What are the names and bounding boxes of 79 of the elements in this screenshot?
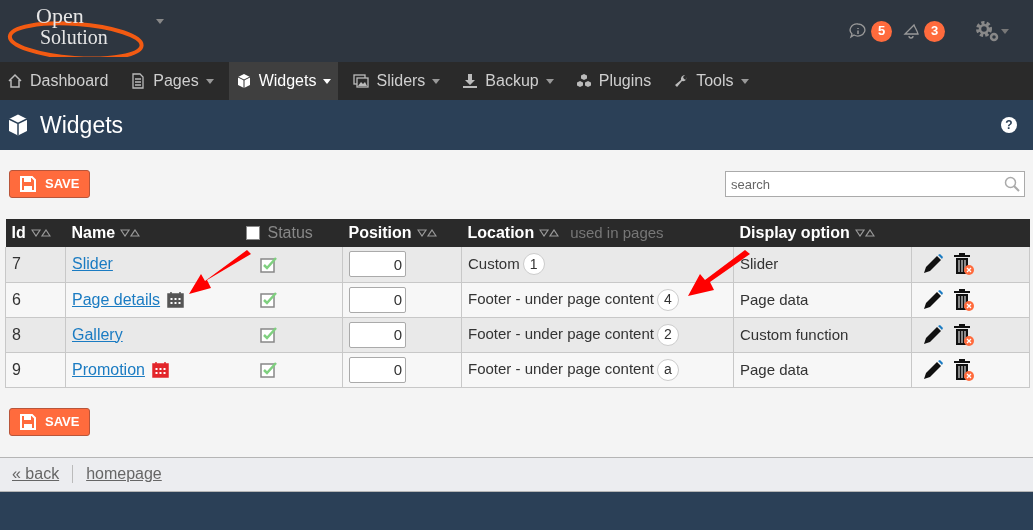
search-field[interactable]: search (725, 171, 1025, 197)
table-cell: Custom function (740, 325, 849, 343)
widget-link[interactable]: Promotion (72, 357, 145, 382)
nav-tab[interactable]: Backup (455, 62, 561, 100)
settings-button[interactable] (975, 20, 1009, 42)
count-badge: 1 (522, 253, 545, 276)
home-icon (7, 73, 23, 89)
page-title: Widgets (40, 110, 124, 140)
nav-tab[interactable]: Pages (123, 62, 221, 100)
checkbox[interactable] (259, 361, 278, 378)
count-badge: 2 (656, 323, 679, 346)
edit-icon[interactable] (922, 253, 944, 276)
cube-icon (235, 73, 252, 89)
column-header[interactable]: Display option (739, 221, 850, 245)
table-cell: 8 (12, 325, 21, 343)
table-cell: 6 (12, 290, 21, 308)
edit-icon[interactable] (922, 323, 944, 346)
column-header[interactable]: Location (467, 221, 535, 245)
checkbox[interactable] (259, 291, 278, 308)
nav-tab[interactable]: Sliders (346, 62, 448, 100)
caret-icon (1001, 28, 1009, 34)
table-cell: 7 (12, 255, 21, 273)
sort-icon[interactable] (120, 229, 141, 237)
table-cell: Page data (740, 360, 809, 378)
column-header[interactable]: Id (11, 221, 26, 245)
table-cell: 9 (12, 360, 21, 378)
table-cell-text: Footer - under page content (468, 324, 654, 345)
table-cell: Page data (740, 290, 809, 308)
floppy-icon (20, 413, 36, 430)
nav-tab[interactable]: Dashboard (0, 62, 116, 100)
nav-tab[interactable]: Widgets (228, 62, 339, 100)
caret-icon (156, 19, 164, 24)
download-icon (462, 73, 479, 89)
position-field[interactable]: 0 (349, 286, 406, 313)
floppy-icon (20, 176, 36, 192)
column-hint: used in pages (570, 222, 664, 243)
sort-icon[interactable] (539, 229, 560, 237)
widget-link[interactable]: Slider (72, 252, 113, 277)
edit-icon[interactable] (922, 358, 944, 381)
table-cell: Slider (740, 255, 779, 273)
sort-icon[interactable] (416, 229, 437, 237)
delete-icon[interactable] (952, 287, 976, 312)
count-badge: 5 (871, 20, 892, 42)
widget-link[interactable]: Gallery (72, 322, 123, 347)
document-icon (130, 73, 147, 89)
column-header: Status (267, 223, 313, 243)
checkbox[interactable] (245, 226, 260, 240)
checkbox[interactable] (259, 255, 278, 273)
edit-icon[interactable] (922, 288, 944, 311)
delete-icon[interactable] (952, 252, 976, 277)
widget-link[interactable]: Page details (72, 287, 161, 312)
help-button[interactable]: ? (1001, 117, 1017, 133)
count-badge: 4 (656, 288, 679, 311)
sort-icon[interactable] (30, 229, 51, 237)
position-field[interactable]: 0 (349, 321, 406, 348)
nav-tab[interactable]: Plugins (568, 62, 659, 100)
homepage-link[interactable]: homepage (86, 462, 162, 486)
images-icon (353, 73, 370, 89)
column-header[interactable]: Name (71, 221, 116, 245)
table-cell-text: Footer - under page content (468, 289, 654, 310)
nav-tab[interactable]: Tools (666, 62, 756, 100)
delete-icon[interactable] (952, 322, 976, 347)
settings-icon (975, 20, 999, 42)
delete-icon[interactable] (952, 357, 976, 382)
checkbox[interactable] (259, 326, 278, 343)
count-badge: a (656, 358, 679, 381)
message-icon[interactable] (849, 22, 867, 40)
column-header[interactable]: Position (348, 221, 412, 245)
wrench-icon (673, 73, 690, 89)
bell-icon[interactable] (902, 22, 920, 40)
count-badge: 3 (924, 20, 945, 42)
table-cell-text: Footer - under page content (468, 359, 654, 380)
back-link[interactable]: « back (12, 462, 60, 486)
position-field[interactable]: 0 (349, 356, 406, 383)
sort-icon[interactable] (854, 229, 875, 237)
cube-icon (6, 113, 30, 137)
cubes-icon (575, 73, 592, 89)
position-field[interactable]: 0 (349, 251, 406, 278)
table-cell-text: Custom (468, 254, 520, 274)
